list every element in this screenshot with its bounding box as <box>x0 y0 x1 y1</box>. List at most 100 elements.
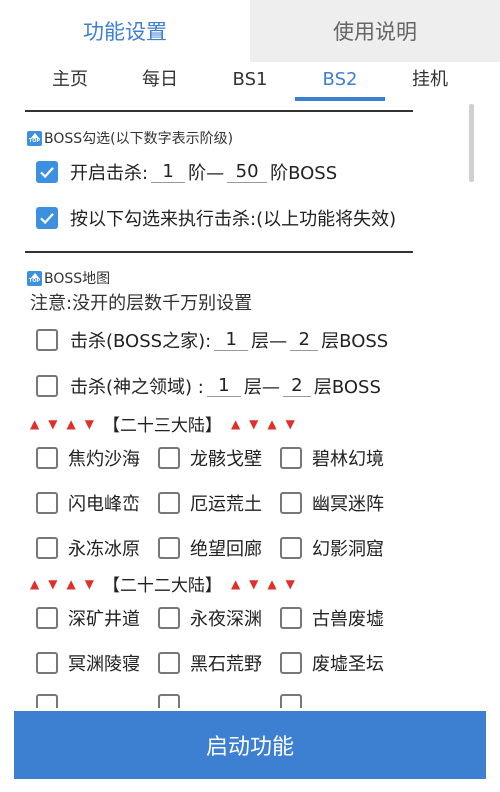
area-option[interactable]: 龙骸戈壁 <box>158 445 280 471</box>
triangle-up-icon: ▲ <box>267 576 277 591</box>
enable-kill-label: 开启击杀: <box>70 163 149 184</box>
divine-realm-row: 击杀(神之领域) : 1 层— 2 层BOSS <box>36 373 381 399</box>
divine-realm-checkbox[interactable] <box>36 375 58 397</box>
sub-tab-bs2[interactable]: BS2 <box>295 62 385 101</box>
area-label: 厄运荒土 <box>190 494 262 515</box>
enable-kill-checkbox[interactable] <box>36 161 58 183</box>
scrollbar[interactable] <box>469 104 474 182</box>
area-checkbox[interactable] <box>158 607 180 629</box>
boss-home-row: 击杀(BOSS之家): 1 层— 2 层BOSS <box>36 327 388 353</box>
area-option[interactable]: 深矿井道 <box>36 605 158 631</box>
area-checkbox[interactable] <box>36 492 58 514</box>
boss-home-checkbox[interactable] <box>36 329 58 351</box>
area-label: 闪电峰峦 <box>68 494 140 515</box>
boss-select-title: BOSS勾选(以下数字表示阶级) <box>44 131 234 147</box>
triangle-down-icon: ▼ <box>84 576 94 591</box>
area-option[interactable]: 焦灼沙海 <box>36 445 158 471</box>
divine-realm-floor-to-input[interactable]: 2 <box>282 375 311 397</box>
use-checklist-label: 按以下勾选来执行击杀:(以上功能将失效) <box>70 209 397 230</box>
area-checkbox[interactable] <box>36 537 58 559</box>
area-checkbox[interactable] <box>36 447 58 469</box>
boss-home-floor-from-input[interactable]: 1 <box>214 329 249 351</box>
area-option[interactable]: 古兽废墟 <box>280 605 402 631</box>
enable-kill-row: 开启击杀: 1 阶— 50 阶BOSS <box>36 159 337 185</box>
boss-home-label: 击杀(BOSS之家): <box>70 331 212 352</box>
area-row: 闪电峰峦 厄运荒土 幽冥迷阵 <box>36 490 402 516</box>
area-checkbox[interactable] <box>36 607 58 629</box>
divine-realm-floor-suffix: 层BOSS <box>313 377 381 398</box>
area-checkbox[interactable] <box>158 694 180 708</box>
boss-map-note: 注意:没开的层数千万别设置 <box>30 293 253 314</box>
area-option[interactable]: 厄运荒土 <box>158 490 280 516</box>
sub-tab-idle[interactable]: 挂机 <box>385 62 475 100</box>
boss-home-floor-separator: 层— <box>251 331 288 352</box>
area-checkbox[interactable] <box>158 537 180 559</box>
area-checkbox[interactable] <box>158 492 180 514</box>
area-option[interactable]: 黑石荒野 <box>158 650 280 676</box>
tab-instructions[interactable]: 使用说明 <box>250 0 500 62</box>
check-icon <box>40 213 54 225</box>
area-label: 绝望回廊 <box>190 539 262 560</box>
sub-tab-bs1[interactable]: BS1 <box>205 62 295 100</box>
triangle-down-icon: ▼ <box>285 576 295 591</box>
area-label: 焦灼沙海 <box>68 449 140 470</box>
area-checkbox[interactable] <box>280 537 302 559</box>
sub-tab-daily[interactable]: 每日 <box>115 62 205 100</box>
boss-map-header: TOP BOSS地图 <box>27 268 110 288</box>
boss-home-floor-suffix: 层BOSS <box>321 331 389 352</box>
boss-home-floor-to-input[interactable]: 2 <box>290 329 319 351</box>
area-option[interactable]: 幻影洞窟 <box>280 535 402 561</box>
area-checkbox[interactable] <box>36 694 58 708</box>
area-checkbox[interactable] <box>280 447 302 469</box>
area-checkbox[interactable] <box>36 652 58 674</box>
use-checklist-row: 按以下勾选来执行击杀:(以上功能将失效) <box>36 205 396 231</box>
area-row: 永冻冰原 绝望回廊 幻影洞窟 <box>36 535 402 561</box>
boss-map-title: BOSS地图 <box>44 271 111 287</box>
sub-tab-home[interactable]: 主页 <box>25 62 115 100</box>
area-checkbox[interactable] <box>280 492 302 514</box>
area-checkbox[interactable] <box>158 447 180 469</box>
area-label: 黑石荒野 <box>190 654 262 675</box>
area-checkbox[interactable] <box>280 694 302 708</box>
area-label: 龙骸戈壁 <box>190 449 262 470</box>
divider <box>25 110 413 112</box>
area-label: 永夜深渊 <box>190 609 262 630</box>
triangle-down-icon: ▼ <box>285 416 295 431</box>
divine-realm-floor-from-input[interactable]: 1 <box>206 375 241 397</box>
area-option[interactable]: 碧林幻境 <box>280 445 402 471</box>
triangle-down-icon: ▼ <box>249 416 259 431</box>
area-option[interactable]: 永冻冰原 <box>36 535 158 561</box>
area-option[interactable]: 闪电峰峦 <box>36 490 158 516</box>
area-option[interactable] <box>36 694 158 708</box>
check-icon <box>40 167 54 179</box>
area-row: 冥渊陵寝 黑石荒野 废墟圣坛 <box>36 650 402 676</box>
launch-function-button[interactable]: 启动功能 <box>14 711 486 779</box>
use-checklist-checkbox[interactable] <box>36 207 58 229</box>
triangle-up-icon: ▲ <box>30 576 40 591</box>
tab-function-settings[interactable]: 功能设置 <box>0 0 250 62</box>
top-tab-bar: 功能设置 使用说明 <box>0 0 500 62</box>
area-label: 永冻冰原 <box>68 539 140 560</box>
triangle-down-icon: ▼ <box>48 416 58 431</box>
area-option[interactable] <box>158 694 280 708</box>
area-option[interactable]: 幽冥迷阵 <box>280 490 402 516</box>
area-option[interactable]: 冥渊陵寝 <box>36 650 158 676</box>
area-label: 冥渊陵寝 <box>68 654 140 675</box>
kill-tier-from-input[interactable]: 1 <box>151 161 186 183</box>
area-option[interactable] <box>280 694 402 708</box>
area-option[interactable]: 永夜深渊 <box>158 605 280 631</box>
area-checkbox[interactable] <box>280 652 302 674</box>
top-icon: TOP <box>27 130 42 146</box>
divine-realm-floor-separator: 层— <box>243 377 280 398</box>
triangle-down-icon: ▼ <box>48 576 58 591</box>
kill-tier-to-input[interactable]: 50 <box>227 161 268 183</box>
continent-name: 【二十二大陆】 <box>102 576 222 596</box>
area-label: 古兽废墟 <box>312 609 384 630</box>
area-option[interactable]: 废墟圣坛 <box>280 650 402 676</box>
area-checkbox[interactable] <box>280 607 302 629</box>
area-option[interactable]: 绝望回廊 <box>158 535 280 561</box>
sub-tab-bar: 主页 每日 BS1 BS2 挂机 <box>0 62 500 101</box>
triangle-down-icon: ▼ <box>249 576 259 591</box>
area-checkbox[interactable] <box>158 652 180 674</box>
settings-scroll-area[interactable]: TOP BOSS勾选(以下数字表示阶级) 开启击杀: 1 阶— 50 阶BOSS… <box>0 100 500 708</box>
